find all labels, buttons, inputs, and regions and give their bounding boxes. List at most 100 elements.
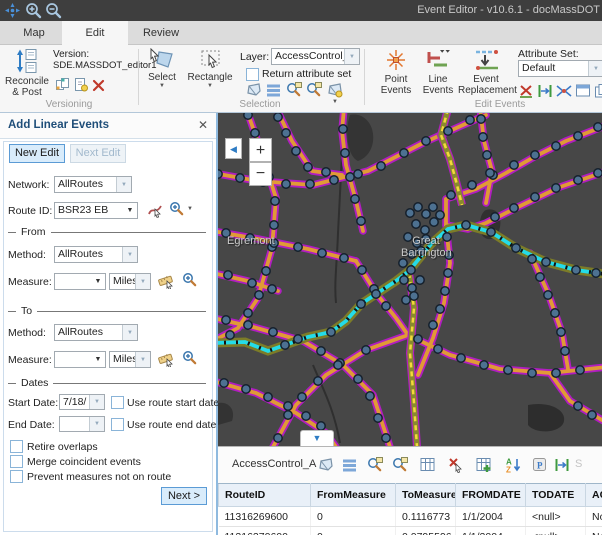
reconcile-post-button[interactable]: Reconcile & Post [2,47,52,98]
selection-list-icon[interactable] [266,82,282,98]
next-button[interactable]: Next > [161,487,207,505]
map-zoom-in-button[interactable]: + [249,138,272,162]
start-date-picker[interactable]: 7/18/ ▼ [59,394,105,410]
table-save-button[interactable]: S [575,458,582,470]
table-measure-range-icon[interactable] [554,457,570,473]
table-field-calculator-icon[interactable] [420,457,436,473]
clear-selection-icon[interactable] [327,82,343,98]
map-canvas[interactable] [218,113,602,446]
rectangle-button[interactable]: Rectangle ▼ [186,47,234,89]
to-measure-combo[interactable]: ▼ [54,351,106,368]
select-button[interactable]: Select ▼ [142,47,182,89]
zoom-to-route-icon[interactable] [169,201,185,217]
tab-map[interactable]: Map [8,21,60,45]
cell-todate[interactable]: <null> [526,507,586,527]
to-method-dropdown[interactable]: AllRoutes ▼ [54,324,138,341]
close-icon[interactable]: ✕ [198,118,208,132]
from-zoom-icon[interactable] [182,272,198,288]
use-route-start-checkbox[interactable] [111,396,124,409]
collapse-table-button[interactable]: ▼ [300,430,334,446]
to-measure-arrow-icon[interactable]: ▼ [91,352,105,367]
cell-fromdate[interactable]: 1/1/2004 [456,527,526,535]
zoom-in-icon[interactable] [25,2,42,19]
from-measure-on-map-icon[interactable] [158,273,174,289]
cell-tomeasure[interactable]: 0.0795596 [396,527,456,535]
cell-frommeasure[interactable]: 0 [311,507,396,527]
tab-edit[interactable]: Edit [62,21,128,45]
layer-dropdown-arrow-icon[interactable]: ▼ [344,49,359,64]
map-viewport[interactable]: Egremont GreatBarrington ◀ + − ▼ [218,113,602,446]
col-frommeasure[interactable]: FromMeasure [311,484,396,507]
col-tomeasure[interactable]: ToMeasure [396,484,456,507]
select-route-on-map-icon[interactable] [147,202,163,218]
measure-range-icon[interactable] [537,83,553,99]
delete-version-icon[interactable] [91,78,106,93]
cell-fromdate[interactable]: 1/1/2004 [456,507,526,527]
end-date-arrow-icon[interactable]: ▼ [89,417,104,431]
cell-routeid[interactable]: 11316270600 [219,527,311,535]
cell-todate[interactable]: <null> [526,527,586,535]
return-attribute-set-checkbox[interactable] [246,68,259,81]
table-row[interactable]: 11316269600 0 0.1116773 1/1/2004 <null> … [219,507,602,527]
use-route-end-checkbox[interactable] [111,418,124,431]
to-units-arrow-icon[interactable]: ▼ [135,352,150,367]
table-pan-selected-icon[interactable] [392,457,408,473]
network-dropdown[interactable]: AllRoutes ▼ [54,176,132,193]
merge-coincident-checkbox[interactable] [10,455,23,468]
zoom-to-selection-icon[interactable] [286,82,302,98]
to-units-dropdown[interactable]: Miles ▼ [109,351,151,368]
merge-events-icon[interactable] [556,83,572,99]
new-version-icon[interactable] [73,77,89,93]
table-zoom-selected-icon[interactable] [367,457,383,473]
route-id-arrow-icon[interactable]: ▼ [123,203,137,218]
line-events-button[interactable]: Line Events [418,47,458,96]
table-identify-icon[interactable] [532,457,548,473]
from-measure-arrow-icon[interactable]: ▼ [91,274,105,289]
cell-frommeasure[interactable]: 0 [311,527,396,535]
col-todate[interactable]: TODATE [526,484,586,507]
zoom-out-icon[interactable] [45,2,62,19]
attribute-set-dropdown[interactable]: Default ▼ [518,60,602,77]
to-measure-on-map-icon[interactable] [158,351,174,367]
copy-attributes-icon[interactable] [594,83,602,99]
collapse-panel-button[interactable]: ◀ [225,138,242,159]
from-method-dropdown[interactable]: AllRoutes ▼ [54,246,138,263]
route-id-combo[interactable]: BSR23 EB ▼ [54,202,138,219]
retire-overlaps-checkbox[interactable] [10,440,23,453]
col-access[interactable]: ACC [586,484,602,507]
table-show-selected-icon[interactable] [342,457,358,473]
table-clear-selection-icon[interactable] [448,457,464,473]
col-fromdate[interactable]: FROMDATE [456,484,526,507]
table-add-record-icon[interactable] [476,457,492,473]
table-row[interactable]: 11316270600 0 0.0795596 1/1/2004 <null> … [219,527,602,535]
from-units-arrow-icon[interactable]: ▼ [135,274,150,289]
to-zoom-icon[interactable] [182,350,198,366]
zoom-to-route-caret[interactable]: ▼ [187,206,193,212]
start-date-arrow-icon[interactable]: ▼ [89,395,104,409]
end-date-picker[interactable]: ▼ [59,416,105,432]
network-arrow-icon[interactable]: ▼ [116,177,131,192]
from-units-dropdown[interactable]: Miles ▼ [109,273,151,290]
to-method-arrow-icon[interactable]: ▼ [122,325,137,340]
attribute-set-arrow-icon[interactable]: ▼ [588,61,602,76]
from-measure-combo[interactable]: ▼ [54,273,106,290]
split-event-icon[interactable] [518,83,534,99]
cell-tomeasure[interactable]: 0.1116773 [396,507,456,527]
map-zoom-out-button[interactable]: − [249,162,272,186]
cell-access[interactable]: No [586,507,602,527]
cell-routeid[interactable]: 11316269600 [219,507,311,527]
layer-dropdown[interactable]: AccessControl_A ▼ [271,48,360,65]
event-replacement-button[interactable]: Event Replacement [458,47,514,96]
new-edit-button[interactable]: New Edit [9,144,65,163]
cell-access[interactable]: No [586,527,602,535]
conflicts-icon[interactable] [55,77,71,93]
select-by-polygon-icon[interactable] [246,82,262,98]
point-events-button[interactable]: Point Events [375,47,417,96]
table-select-polygon-icon[interactable] [318,457,334,473]
tab-review[interactable]: Review [130,21,192,45]
next-edit-button[interactable]: Next Edit [70,144,126,163]
col-routeid[interactable]: RouteID [219,484,311,507]
from-method-arrow-icon[interactable]: ▼ [122,247,137,262]
table-sort-icon[interactable] [506,457,522,473]
pan-icon[interactable] [4,2,21,19]
